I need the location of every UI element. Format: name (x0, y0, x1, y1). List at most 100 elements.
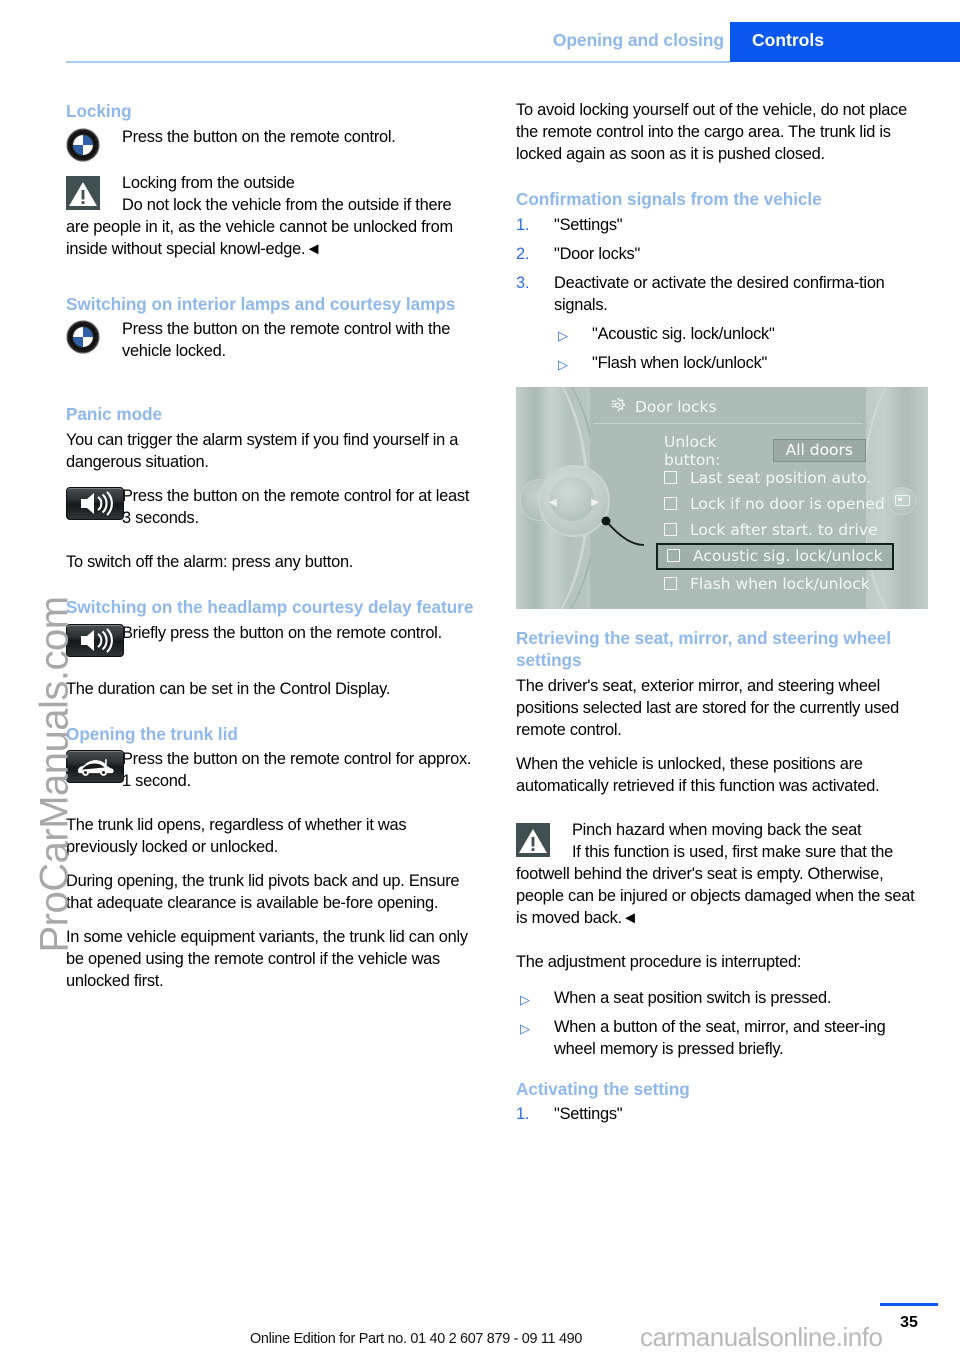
heading-headlamp-courtesy: Switching on the headlamp courtesy delay… (66, 596, 474, 617)
list-item-label: When a button of the seat, mirror, and s… (554, 1017, 886, 1058)
list-item-label: "Door locks" (554, 244, 641, 263)
trunk-lid-instruction-row: Press the button on the remote control f… (66, 749, 478, 793)
idrive-option-label: Lock if no door is opened (690, 494, 885, 513)
idrive-option-last-seat-position[interactable]: Last seat position auto. (664, 469, 871, 487)
heading-locking: Locking (66, 101, 132, 121)
idrive-option-label: Last seat position auto. (690, 468, 872, 487)
list-marker: 1. (516, 1105, 530, 1124)
headlamp-courtesy-instruction-text: Briefly press the button on the remote c… (122, 623, 442, 642)
heading-panic-mode: Panic mode (66, 404, 162, 425)
idrive-option-label: Flash when lock/unlock (690, 574, 870, 593)
warning-triangle-icon (516, 822, 550, 857)
right-column: To avoid locking yourself out of the veh… (516, 100, 928, 1138)
list-item: 1. "Settings" (516, 1104, 928, 1126)
list-item-label: "Settings" (554, 215, 623, 234)
retrieving-settings-paragraph-2: When the vehicle is unlocked, these posi… (516, 754, 880, 795)
heading-retrieving-settings: Retrieving the seat, mirror, and steerin… (516, 627, 891, 671)
cargo-area-warning-paragraph: To avoid locking yourself out of the veh… (516, 101, 907, 163)
list-item: ▷ "Acoustic sig. lock/unlock" (554, 324, 928, 346)
checkbox-icon[interactable] (667, 549, 680, 563)
checkbox-icon[interactable] (664, 523, 677, 537)
list-item: 1. "Settings" (516, 215, 928, 237)
trunk-open-button-icon (66, 750, 124, 784)
idrive-display-figure: Door locks Unlock button: All doors Last… (516, 386, 928, 609)
list-item-label: "Settings" (554, 1105, 623, 1124)
watermark-bottom: carmanualsonline.info (640, 1322, 883, 1352)
checkbox-icon[interactable] (664, 471, 677, 485)
retrieving-settings-paragraph-1: The driver's seat, exterior mirror, and … (516, 676, 899, 739)
checkbox-icon[interactable] (664, 577, 677, 591)
panic-mode-instruction-text: Press the button on the remote control f… (122, 486, 470, 527)
list-item-label: "Flash when lock/unlock" (592, 353, 768, 372)
checkbox-icon[interactable] (664, 497, 677, 511)
panic-mode-intro: You can trigger the alarm system if you … (66, 431, 459, 471)
page-number: 35 (900, 1314, 918, 1331)
chevron-right-icon: ▶ (591, 496, 599, 508)
idrive-controller-knob-icon[interactable]: ◀ ▶ (538, 464, 610, 537)
idrive-unlock-value[interactable]: All doors (772, 439, 866, 463)
interior-lamps-instruction-row: Press the button on the remote control w… (66, 319, 478, 363)
idrive-option-label: Acoustic sig. lock/unlock (693, 546, 883, 565)
idrive-unlock-button-row[interactable]: Unlock button: All doors (664, 433, 866, 469)
panic-mode-instruction-row: Press the button on the remote control f… (66, 486, 478, 530)
locking-instruction-text: Press the button on the remote control. (122, 127, 396, 146)
locking-instruction-row: Press the button on the remote control. (66, 127, 478, 162)
heading-trunk-lid: Opening the trunk lid (66, 723, 238, 744)
heading-confirmation-signals: Confirmation signals from the vehicle (516, 188, 822, 209)
list-marker: 1. (516, 215, 530, 234)
trunk-lid-paragraph-2: During opening, the trunk lid pivots bac… (66, 872, 460, 913)
interrupt-items-list: ▷ When a seat position switch is pressed… (516, 988, 928, 1061)
activating-setting-steps: 1. "Settings" (516, 1104, 928, 1126)
triangle-bullet-icon: ▷ (558, 356, 568, 372)
list-item-label: When a seat position switch is pressed. (554, 988, 832, 1007)
trunk-lid-instruction-text: Press the button on the remote control f… (122, 750, 472, 791)
panic-mode-note: To switch off the alarm: press any butto… (66, 552, 354, 571)
bmw-roundel-icon (66, 128, 100, 162)
idrive-option-lock-if-no-door-opened[interactable]: Lock if no door is opened (664, 495, 885, 513)
warning-locking-title: Locking from the outside (122, 173, 295, 192)
confirmation-signals-sub-items: ▷ "Acoustic sig. lock/unlock" ▷ "Flash w… (554, 324, 928, 375)
list-item: 2. "Door locks" (516, 244, 928, 266)
idrive-title-row: Door locks (608, 396, 717, 419)
idrive-option-label: Lock after start. to drive (690, 520, 878, 539)
footer-edition-line: Online Edition for Part no. 01 40 2 607 … (250, 1331, 583, 1347)
page-header: Opening and closing Controls (0, 0, 960, 63)
horn-speaker-button-icon (66, 623, 124, 657)
warning-pinch-title: Pinch hazard when moving back the seat (572, 820, 862, 839)
idrive-menu-button-icon[interactable] (888, 486, 916, 515)
interior-lamps-instruction-text: Press the button on the remote control w… (122, 320, 451, 361)
triangle-bullet-icon: ▷ (520, 1020, 530, 1036)
idrive-option-lock-after-start[interactable]: Lock after start. to drive (664, 521, 878, 539)
headlamp-courtesy-note: The duration can be set in the Control D… (66, 679, 391, 698)
header-divider (66, 61, 730, 63)
headlamp-courtesy-instruction-row: Briefly press the button on the remote c… (66, 623, 478, 657)
warning-locking-outside: Locking from the outside Do not lock the… (66, 173, 478, 261)
bmw-roundel-icon (66, 320, 100, 354)
list-item-label: "Acoustic sig. lock/unlock" (592, 324, 775, 343)
idrive-screen: Door locks Unlock button: All doors Last… (590, 386, 894, 609)
page-number-rule (880, 1303, 938, 1306)
list-item: ▷ "Flash when lock/unlock" (554, 353, 928, 375)
list-marker: 2. (516, 244, 530, 263)
idrive-option-acoustic-signal-selected[interactable]: Acoustic sig. lock/unlock (656, 542, 894, 570)
confirmation-signals-steps: 1. "Settings" 2. "Door locks" 3. Deactiv… (516, 215, 928, 375)
idrive-unlock-label: Unlock button: (664, 432, 721, 469)
list-marker: 3. (516, 273, 530, 292)
menu-glyph-icon (894, 495, 910, 507)
gear-settings-icon (608, 396, 627, 419)
list-item-label: Deactivate or activate the desired confi… (554, 273, 885, 314)
horn-speaker-button-icon (66, 486, 124, 520)
header-section-block: Controls (730, 22, 960, 62)
left-column: Locking Press the button on the remote c… (66, 100, 478, 1005)
heading-interior-lamps: Switching on interior lamps and courtesy… (66, 293, 456, 314)
trunk-lid-paragraph-3: In some vehicle equipment variants, the … (66, 928, 468, 991)
warning-pinch-body: If this function is used, first make sur… (516, 842, 915, 927)
list-item: ▷ When a seat position switch is pressed… (516, 988, 928, 1010)
heading-activating-setting: Activating the setting (516, 1078, 690, 1099)
idrive-option-flash-when-lock[interactable]: Flash when lock/unlock (664, 575, 870, 593)
trunk-lid-paragraph-1: The trunk lid opens, regardless of wheth… (66, 816, 407, 857)
list-item: 3. Deactivate or activate the desired co… (516, 273, 928, 375)
idrive-title-text: Door locks (635, 398, 717, 417)
warning-locking-body: Do not lock the vehicle from the outside… (66, 195, 453, 258)
chevron-left-icon: ◀ (549, 496, 557, 508)
